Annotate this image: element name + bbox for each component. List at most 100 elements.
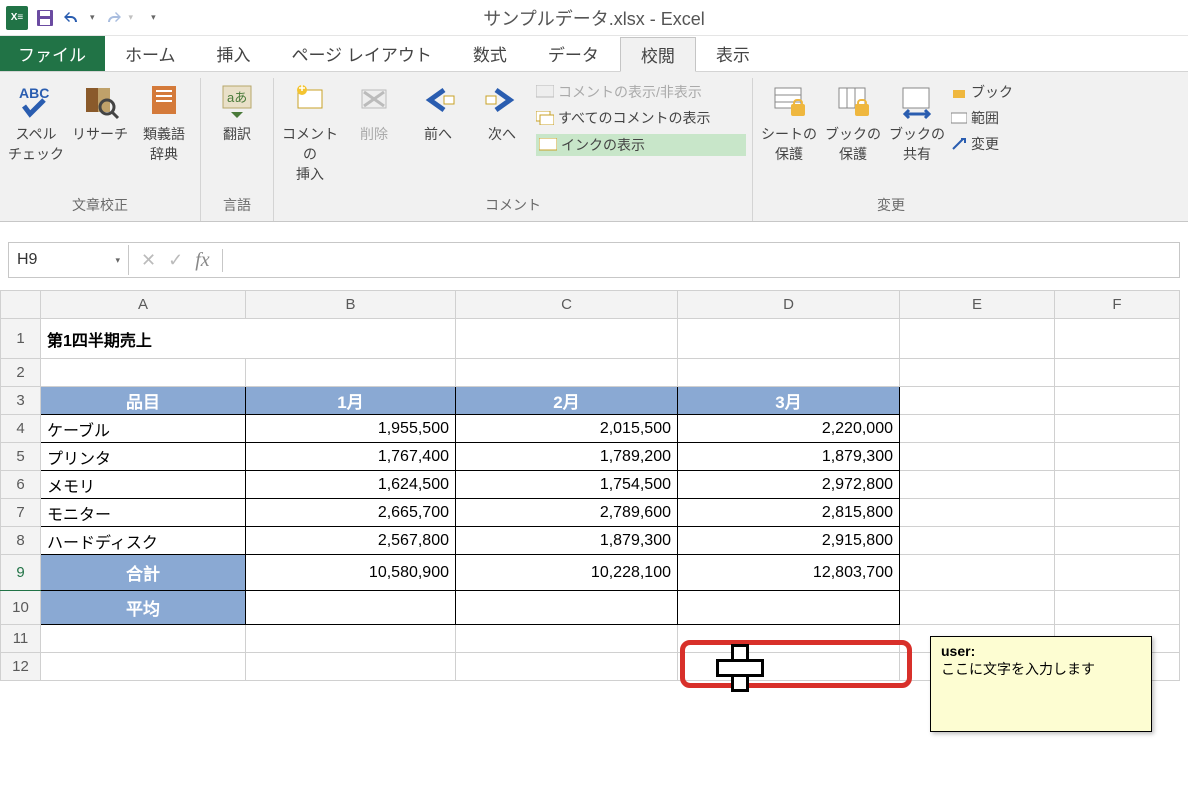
cell-B6[interactable]: 1,624,500 xyxy=(246,471,456,499)
qat-customize-icon[interactable]: ▾ xyxy=(151,12,156,23)
ribbon-body: ABC スペル チェック リサーチ 類義語 辞典 文章校正 xyxy=(0,72,1188,222)
research-button[interactable]: リサーチ xyxy=(70,78,130,191)
cell-D3[interactable]: 3月 xyxy=(678,387,900,415)
name-box[interactable]: H9 ▾ xyxy=(9,245,129,275)
tab-insert[interactable]: 挿入 xyxy=(197,36,272,71)
cell-D4[interactable]: 2,220,000 xyxy=(678,415,900,443)
protect-sheet-button[interactable]: シートの 保護 xyxy=(759,78,819,191)
tab-home[interactable]: ホーム xyxy=(105,36,197,71)
cell-D5[interactable]: 1,879,300 xyxy=(678,443,900,471)
tab-file[interactable]: ファイル xyxy=(0,36,105,71)
protect-share-button[interactable]: ブック xyxy=(951,82,1023,102)
cell-D1[interactable] xyxy=(678,319,900,359)
row-header[interactable]: 5 xyxy=(1,443,41,471)
show-all-comments-button[interactable]: すべてのコメントの表示 xyxy=(536,108,746,128)
tab-review[interactable]: 校閲 xyxy=(620,37,696,72)
undo-icon[interactable] xyxy=(62,7,84,29)
spreadsheet-grid[interactable]: A B C D E F 1 第1四半期売上 2 3 品目 1月 2月 3月 4 … xyxy=(0,290,1188,681)
cell-B3[interactable]: 1月 xyxy=(246,387,456,415)
cell-A8[interactable]: ハードディスク xyxy=(41,527,246,555)
thesaurus-icon xyxy=(144,80,184,120)
tab-data[interactable]: データ xyxy=(528,36,620,71)
formula-input[interactable] xyxy=(235,243,1179,277)
save-icon[interactable] xyxy=(34,7,56,29)
cell-C5[interactable]: 1,789,200 xyxy=(456,443,678,471)
group-language: aあ 翻訳 言語 xyxy=(201,78,274,221)
col-header-E[interactable]: E xyxy=(900,291,1055,319)
redo-icon[interactable] xyxy=(101,7,123,29)
share-workbook-button[interactable]: ブックの 共有 xyxy=(887,78,947,191)
col-header-D[interactable]: D xyxy=(678,291,900,319)
next-comment-button[interactable]: 次へ xyxy=(472,78,532,191)
row-header[interactable]: 8 xyxy=(1,527,41,555)
cell-F1[interactable] xyxy=(1055,319,1180,359)
cell-A9[interactable]: 合計 xyxy=(41,555,246,591)
cell-C4[interactable]: 2,015,500 xyxy=(456,415,678,443)
show-ink-button[interactable]: インクの表示 xyxy=(536,134,746,156)
select-all-corner[interactable] xyxy=(1,291,41,319)
cell-C6[interactable]: 1,754,500 xyxy=(456,471,678,499)
redo-dropdown-icon[interactable]: ▾ xyxy=(129,12,134,23)
row-header[interactable]: 4 xyxy=(1,415,41,443)
tab-view[interactable]: 表示 xyxy=(696,36,771,71)
cell-B4[interactable]: 1,955,500 xyxy=(246,415,456,443)
translate-button[interactable]: aあ 翻訳 xyxy=(207,78,267,191)
tab-page-layout[interactable]: ページ レイアウト xyxy=(272,36,453,71)
cell-A1[interactable]: 第1四半期売上 xyxy=(41,319,456,359)
cell-B8[interactable]: 2,567,800 xyxy=(246,527,456,555)
cell-A3[interactable]: 品目 xyxy=(41,387,246,415)
svg-text:aあ: aあ xyxy=(227,90,247,105)
cell-C8[interactable]: 1,879,300 xyxy=(456,527,678,555)
col-header-F[interactable]: F xyxy=(1055,291,1180,319)
cell-C3[interactable]: 2月 xyxy=(456,387,678,415)
new-comment-button[interactable]: コメントの 挿入 xyxy=(280,78,340,191)
cell-A4[interactable]: ケーブル xyxy=(41,415,246,443)
row-header[interactable]: 9 xyxy=(1,555,41,591)
comment-icon xyxy=(536,85,554,99)
row-header[interactable]: 1 xyxy=(1,319,41,359)
thesaurus-button[interactable]: 類義語 辞典 xyxy=(134,78,194,191)
cell-D7[interactable]: 2,815,800 xyxy=(678,499,900,527)
col-header-C[interactable]: C xyxy=(456,291,678,319)
row-header[interactable]: 10 xyxy=(1,591,41,625)
cell-A7[interactable]: モニター xyxy=(41,499,246,527)
cell-D10[interactable] xyxy=(678,591,900,625)
comment-tooltip[interactable]: user: ここに文字を入力します xyxy=(930,636,1152,732)
cell-A10[interactable]: 平均 xyxy=(41,591,246,625)
cell-C9[interactable]: 10,228,100 xyxy=(456,555,678,591)
cell-A2[interactable] xyxy=(41,359,246,387)
cell-B9[interactable]: 10,580,900 xyxy=(246,555,456,591)
name-box-dropdown-icon[interactable]: ▾ xyxy=(115,255,120,266)
cell-D6[interactable]: 2,972,800 xyxy=(678,471,900,499)
cell-C10[interactable] xyxy=(456,591,678,625)
tab-formulas[interactable]: 数式 xyxy=(453,36,528,71)
prev-comment-button[interactable]: 前へ xyxy=(408,78,468,191)
cell-A6[interactable]: メモリ xyxy=(41,471,246,499)
cell-B10[interactable] xyxy=(246,591,456,625)
cell-E1[interactable] xyxy=(900,319,1055,359)
allow-range-button[interactable]: 範囲 xyxy=(951,108,1023,128)
col-header-B[interactable]: B xyxy=(246,291,456,319)
cell-D9[interactable]: 12,803,700 xyxy=(678,555,900,591)
col-header-A[interactable]: A xyxy=(41,291,246,319)
undo-dropdown-icon[interactable]: ▾ xyxy=(90,12,95,23)
cell-C7[interactable]: 2,789,600 xyxy=(456,499,678,527)
cell-D8[interactable]: 2,915,800 xyxy=(678,527,900,555)
row-header[interactable]: 7 xyxy=(1,499,41,527)
cell-B7[interactable]: 2,665,700 xyxy=(246,499,456,527)
name-box-value: H9 xyxy=(17,251,37,269)
row-header[interactable]: 12 xyxy=(1,653,41,681)
thesaurus-label: 類義語 辞典 xyxy=(143,124,185,164)
cell-A5[interactable]: プリンタ xyxy=(41,443,246,471)
spell-check-button[interactable]: ABC スペル チェック xyxy=(6,78,66,191)
row-header[interactable]: 11 xyxy=(1,625,41,653)
protect-workbook-button[interactable]: ブックの 保護 xyxy=(823,78,883,191)
cell-B5[interactable]: 1,767,400 xyxy=(246,443,456,471)
track-changes-button[interactable]: 変更 xyxy=(951,134,1023,154)
row-header[interactable]: 2 xyxy=(1,359,41,387)
row-header[interactable]: 6 xyxy=(1,471,41,499)
new-comment-icon xyxy=(290,80,330,120)
row-header[interactable]: 3 xyxy=(1,387,41,415)
cell-C1[interactable] xyxy=(456,319,678,359)
fx-icon[interactable]: fx xyxy=(195,249,222,272)
